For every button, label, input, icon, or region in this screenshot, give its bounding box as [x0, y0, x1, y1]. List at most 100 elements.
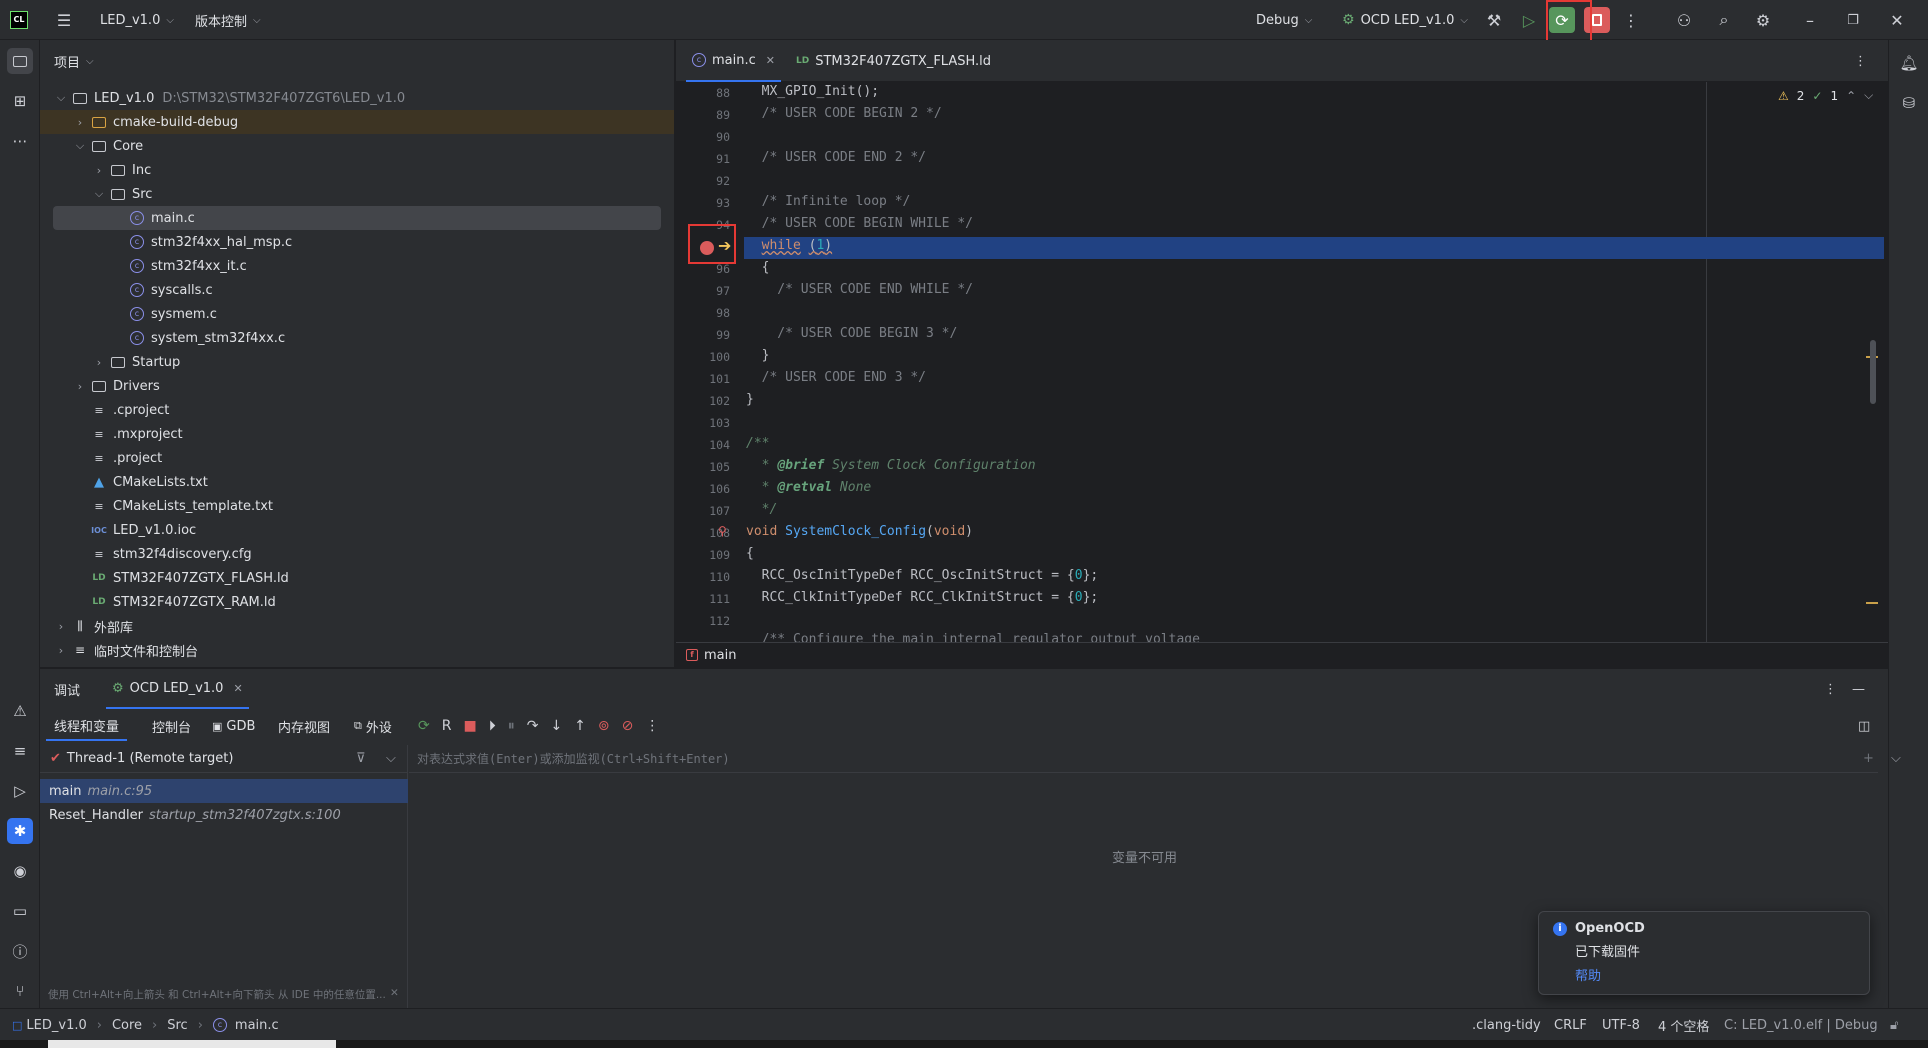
subtab-peripherals[interactable]: ⧉ 外设 — [346, 711, 400, 741]
tree-item-file[interactable]: ≡ CMakeLists_template.txt — [40, 494, 674, 518]
tree-item-file[interactable]: IOC LED_v1.0.ioc — [40, 518, 674, 542]
filter-icon[interactable]: ⊽ — [356, 751, 366, 766]
minimize-panel-icon[interactable]: — — [1852, 669, 1865, 709]
debug-more-icon[interactable]: ⋮ — [1824, 669, 1837, 709]
close-tab-icon[interactable]: ✕ — [233, 682, 242, 695]
tree-item-file[interactable]: c stm32f4xx_hal_msp.c — [40, 230, 674, 254]
tree-item-file[interactable]: c sysmem.c — [40, 302, 674, 326]
settings-gear-icon[interactable]: ⚙ — [1750, 7, 1776, 33]
minimize-icon[interactable]: – — [1797, 7, 1823, 33]
indent-indicator[interactable]: 4 个空格 — [1658, 1009, 1709, 1041]
structure-list-icon[interactable]: ≡ — [7, 738, 33, 764]
code-editor[interactable]: 88 89 90 91 92 93 94 96 97 98 99 100 101… — [676, 82, 1888, 642]
stop-icon[interactable]: ■ — [463, 718, 476, 734]
run-icon[interactable]: ▷ — [1516, 7, 1542, 33]
tab-flash-ld[interactable]: LD STM32F407ZGTX_FLASH.ld — [790, 40, 997, 82]
subtab-memory-view[interactable]: 内存视图 — [270, 711, 338, 741]
tree-item-file[interactable]: LD STM32F407ZGTX_FLASH.ld — [40, 566, 674, 590]
app-logo[interactable]: CL — [10, 0, 28, 40]
warnings-icon[interactable]: ⚠ — [7, 698, 33, 724]
tree-item-main-c[interactable]: c main.c — [53, 206, 661, 230]
subtab-gdb[interactable]: ▣ GDB — [204, 711, 263, 741]
build-hammer-icon[interactable]: ⚒ — [1481, 7, 1507, 33]
reset-icon[interactable]: R — [442, 718, 452, 734]
more-tools-icon[interactable]: ⋯ — [7, 128, 33, 154]
tree-item-file[interactable]: ▲ CMakeLists.txt — [40, 470, 674, 494]
main-menu-icon[interactable]: ☰ — [51, 7, 77, 33]
step-over-icon[interactable]: ↷ — [527, 718, 539, 734]
project-folder-icon[interactable] — [7, 48, 33, 74]
tree-item-file[interactable]: ≡ .project — [40, 446, 674, 470]
step-into-icon[interactable]: ↓ — [550, 718, 562, 734]
restore-icon[interactable]: ❐ — [1840, 7, 1866, 33]
tree-item-src[interactable]: ⌵ Src — [40, 182, 674, 206]
chevron-up-icon[interactable]: ⌃ — [1846, 89, 1856, 103]
add-watch-icon[interactable]: + — [1863, 751, 1874, 766]
project-selector[interactable]: LED_v1.0 ⌵ — [100, 0, 174, 40]
tab-main-c[interactable]: c main.c ✕ — [686, 40, 781, 82]
debug-bug-icon[interactable]: ✱ — [7, 818, 33, 844]
tree-item-inc[interactable]: › Inc — [40, 158, 674, 182]
run-tool-icon[interactable]: ▷ — [7, 778, 33, 804]
tree-item-root[interactable]: ⌵ LED_v1.0 D:\STM32\STM32F407ZGT6\LED_v1… — [40, 86, 674, 110]
services-icon[interactable]: ◉ — [7, 858, 33, 884]
more-icon[interactable]: ⋮ — [645, 718, 659, 734]
line-separator-indicator[interactable]: CRLF — [1554, 1009, 1587, 1041]
build-context-indicator[interactable]: C: LED_v1.0.elf | Debug — [1724, 1009, 1878, 1041]
tree-item-drivers[interactable]: › Drivers — [40, 374, 674, 398]
view-breakpoints-icon[interactable]: ⊚ — [598, 718, 610, 734]
search-icon[interactable]: ⌕ — [1711, 7, 1737, 33]
evaluate-expression-field[interactable]: 对表达式求值(Enter)或添加监视(Ctrl+Shift+Enter) + ⌵ — [409, 745, 1901, 773]
pause-icon[interactable]: ⏸ — [508, 718, 515, 734]
chevron-down-icon[interactable]: ⌵ — [1864, 88, 1873, 103]
tree-item-external-libs[interactable]: › ⫼ 外部库 — [40, 614, 674, 638]
chevron-down-icon[interactable]: ⌵ — [1891, 751, 1901, 766]
tab-debug-session[interactable]: ⚙ OCD LED_v1.0 ✕ — [106, 669, 249, 709]
tree-item-file[interactable]: ≡ stm32f4discovery.cfg — [40, 542, 674, 566]
tree-item-core[interactable]: ⌵ Core — [40, 134, 674, 158]
close-hint-icon[interactable]: ✕ — [390, 987, 399, 999]
tree-item-file[interactable]: ≡ .mxproject — [40, 422, 674, 446]
subtab-threads-variables[interactable]: 线程和变量 — [46, 711, 128, 741]
mute-breakpoints-icon[interactable]: ⊘ — [622, 718, 634, 734]
structure-icon[interactable]: ⊞ — [7, 88, 33, 114]
tree-item-file[interactable]: LD STM32F407ZGTX_RAM.ld — [40, 590, 674, 614]
clang-tidy-indicator[interactable]: .clang-tidy — [1472, 1009, 1541, 1041]
close-tab-icon[interactable]: ✕ — [766, 54, 775, 67]
resume-icon[interactable]: ⏵ — [489, 718, 496, 734]
stack-frame[interactable]: Reset_Handler startup_stm32f407zgtx.s:100 — [40, 803, 408, 827]
tree-item-file[interactable]: ≡ .cproject — [40, 398, 674, 422]
tree-item-file[interactable]: c syscalls.c — [40, 278, 674, 302]
encoding-indicator[interactable]: UTF-8 — [1602, 1009, 1640, 1041]
close-window-icon[interactable]: ✕ — [1884, 7, 1910, 33]
thread-selector[interactable]: ✔ Thread-1 (Remote target) ⊽ ⌵ — [40, 745, 408, 773]
tree-item-scratches[interactable]: › ≡ 临时文件和控制台 — [40, 638, 674, 662]
layout-icon[interactable]: ◫ — [1858, 711, 1870, 741]
vcs-menu[interactable]: 版本控制 ⌵ — [195, 0, 261, 40]
database-icon[interactable]: ⛁ — [1896, 90, 1922, 116]
run-config-selector[interactable]: ⚙ OCD LED_v1.0 ⌵ — [1342, 0, 1468, 40]
tree-item-file[interactable]: c stm32f4xx_it.c — [40, 254, 674, 278]
rerun-icon[interactable]: ⟳ — [418, 718, 430, 734]
status-breadcrumb[interactable]: □ LED_v1.0 › Core › Src › c main.c — [12, 1009, 279, 1041]
project-panel-header[interactable]: 项目 ⌵ — [40, 40, 674, 82]
inspections-widget[interactable]: ⚠ 2 ✓ 1 ⌃ ⌵ — [1778, 88, 1873, 103]
editor-breadcrumb[interactable]: f main — [676, 642, 1888, 667]
git-icon[interactable]: ⑂ — [7, 978, 33, 1004]
notifications-bell-icon[interactable]: 🔔︎ — [1896, 50, 1922, 76]
editor-scrollbar[interactable] — [1870, 340, 1876, 404]
add-user-icon[interactable]: ⚇ — [1671, 7, 1697, 33]
notification-help-link[interactable]: 帮助 — [1575, 965, 1601, 984]
tree-item-file[interactable]: c system_stm32f4xx.c — [40, 326, 674, 350]
step-out-icon[interactable]: ↑ — [574, 718, 586, 734]
subtab-console[interactable]: 控制台 — [144, 711, 199, 741]
stack-frame[interactable]: main main.c:95 — [40, 779, 408, 803]
more-actions-icon[interactable]: ⋮ — [1618, 7, 1644, 33]
editor-more-icon[interactable]: ⋮ — [1854, 40, 1867, 82]
tree-item-startup[interactable]: › Startup — [40, 350, 674, 374]
tree-item-cmake-build-debug[interactable]: › cmake-build-debug — [40, 110, 674, 134]
chevron-down-icon[interactable]: ⌵ — [386, 751, 396, 766]
problems-icon[interactable]: ⓘ — [7, 938, 33, 964]
lock-icon[interactable]: 🔓︎ — [1890, 1009, 1898, 1041]
terminal-icon[interactable]: ▭ — [7, 898, 33, 924]
